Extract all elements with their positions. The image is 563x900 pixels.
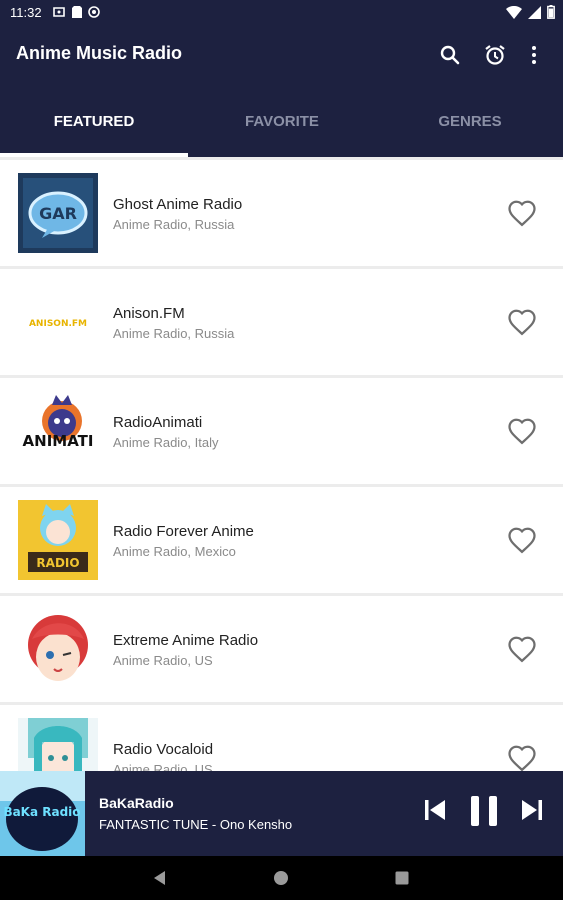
station-logo: GAR <box>18 173 98 253</box>
app-bar: Anime Music Radio <box>0 25 563 85</box>
station-name: Extreme Anime Radio <box>113 632 259 649</box>
station-subtitle: Anime Radio, Italy <box>113 435 219 450</box>
next-icon[interactable] <box>520 798 544 822</box>
station-logo: ANISON.FM <box>18 282 98 362</box>
station-logo <box>18 718 98 771</box>
alarm-icon[interactable] <box>483 43 507 67</box>
station-name: Ghost Anime Radio <box>113 196 243 213</box>
station-row[interactable]: ANIMATI RadioAnimati Anime Radio, Italy <box>0 378 563 484</box>
mini-player[interactable]: BaKa Radio BaKaRadio FANTASTIC TUNE - On… <box>0 771 563 856</box>
more-vert-icon[interactable] <box>522 43 546 67</box>
back-icon[interactable] <box>152 870 168 886</box>
status-bar: 11:32 <box>0 0 563 25</box>
station-name: Anison.FM <box>113 305 185 322</box>
favorite-heart-icon[interactable] <box>507 526 537 554</box>
player-track-title: FANTASTIC TUNE - Ono Kensho <box>99 817 293 832</box>
recents-icon[interactable] <box>394 870 410 886</box>
station-logo: RADIO <box>18 500 98 580</box>
station-name: Radio Vocaloid <box>113 741 214 758</box>
station-subtitle: Anime Radio, Mexico <box>113 544 236 559</box>
station-list: GAR Ghost Anime Radio Anime Radio, Russi… <box>0 157 563 771</box>
station-name: RadioAnimati <box>113 414 203 431</box>
player-artwork: BaKa Radio <box>0 771 85 856</box>
favorite-heart-icon[interactable] <box>507 308 537 336</box>
station-row[interactable]: Radio Vocaloid Anime Radio, US <box>0 705 563 771</box>
tab-featured[interactable]: FEATURED <box>0 85 188 157</box>
signal-icon <box>528 5 541 19</box>
svg-text:BaKa Radio: BaKa Radio <box>3 805 80 819</box>
sd-card-icon <box>72 6 82 18</box>
battery-icon <box>547 5 555 19</box>
cast-icon <box>53 7 65 17</box>
svg-text:RADIO: RADIO <box>36 556 79 570</box>
station-subtitle: Anime Radio, US <box>113 762 213 771</box>
station-subtitle: Anime Radio, Russia <box>113 217 235 232</box>
wifi-icon <box>506 5 522 19</box>
tab-favorite[interactable]: FAVORITE <box>188 85 376 157</box>
station-subtitle: Anime Radio, US <box>113 653 213 668</box>
search-icon[interactable] <box>438 43 462 67</box>
status-time: 11:32 <box>10 5 42 20</box>
svg-text:ANISON.FM: ANISON.FM <box>29 319 87 329</box>
svg-text:ANIMATI: ANIMATI <box>23 432 94 450</box>
favorite-heart-icon[interactable] <box>507 635 537 663</box>
station-subtitle: Anime Radio, Russia <box>113 326 235 341</box>
player-station-name: BaKaRadio <box>99 795 174 811</box>
favorite-heart-icon[interactable] <box>507 417 537 445</box>
favorite-heart-icon[interactable] <box>507 199 537 227</box>
home-icon[interactable] <box>273 870 289 886</box>
station-row[interactable]: GAR Ghost Anime Radio Anime Radio, Russi… <box>0 160 563 266</box>
previous-icon[interactable] <box>423 798 447 822</box>
station-row[interactable]: RADIO Radio Forever Anime Anime Radio, M… <box>0 487 563 593</box>
pause-icon[interactable] <box>469 795 499 827</box>
system-nav-bar <box>0 856 563 900</box>
station-name: Radio Forever Anime <box>113 523 254 540</box>
data-saver-icon <box>88 6 100 18</box>
tab-genres[interactable]: GENRES <box>376 85 563 157</box>
station-logo <box>18 609 98 689</box>
tab-bar: FEATURED FAVORITE GENRES <box>0 85 563 157</box>
station-row[interactable]: ANISON.FM Anison.FM Anime Radio, Russia <box>0 269 563 375</box>
svg-text:GAR: GAR <box>39 204 77 223</box>
station-logo: ANIMATI <box>18 391 98 471</box>
station-row[interactable]: Extreme Anime Radio Anime Radio, US <box>0 596 563 702</box>
app-title: Anime Music Radio <box>16 43 183 63</box>
favorite-heart-icon[interactable] <box>507 744 537 771</box>
